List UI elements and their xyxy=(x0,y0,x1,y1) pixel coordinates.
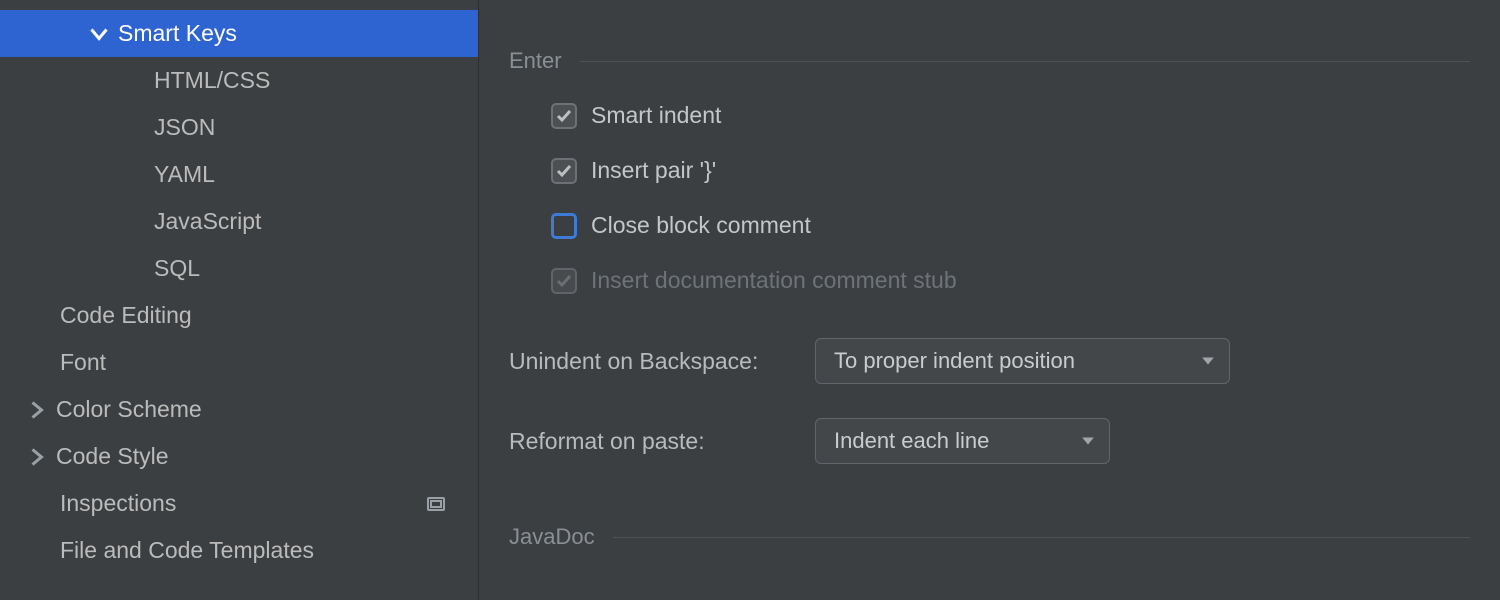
divider xyxy=(580,61,1470,62)
sidebar-item-smart-keys[interactable]: Smart Keys xyxy=(0,10,478,57)
dropdown-reformat-on-paste[interactable]: Indent each line xyxy=(815,418,1110,464)
settings-panel: Enter Smart indent Insert pair '}' Close… xyxy=(479,0,1500,600)
dropdown-unindent-on-backspace[interactable]: To proper indent position xyxy=(815,338,1230,384)
settings-sidebar: Smart Keys HTML/CSS JSON YAML JavaScript… xyxy=(0,0,479,600)
checkbox-smart-indent[interactable]: Smart indent xyxy=(551,102,1470,129)
sidebar-item-yaml[interactable]: YAML xyxy=(0,151,478,198)
sidebar-item-label: HTML/CSS xyxy=(154,67,270,94)
checkbox-insert-doc-stub: Insert documentation comment stub xyxy=(551,267,1470,294)
sidebar-item-font[interactable]: Font xyxy=(0,339,478,386)
chevron-down-icon xyxy=(90,25,108,43)
dropdown-value: Indent each line xyxy=(834,428,989,454)
checkbox-label: Close block comment xyxy=(591,212,811,239)
dropdown-value: To proper indent position xyxy=(834,348,1075,374)
sidebar-item-label: YAML xyxy=(154,161,215,188)
sidebar-item-code-style[interactable]: Code Style xyxy=(0,433,478,480)
chevron-down-icon xyxy=(1201,354,1215,368)
sidebar-item-label: Inspections xyxy=(60,490,176,517)
checkbox-icon xyxy=(551,268,577,294)
sidebar-item-label: SQL xyxy=(154,255,200,282)
sidebar-item-json[interactable]: JSON xyxy=(0,104,478,151)
chevron-right-icon xyxy=(28,448,46,466)
sidebar-item-inspections[interactable]: Inspections xyxy=(0,480,478,527)
sidebar-item-html-css[interactable]: HTML/CSS xyxy=(0,57,478,104)
checkbox-icon[interactable] xyxy=(551,103,577,129)
section-title: JavaDoc xyxy=(509,524,595,550)
sidebar-item-sql[interactable]: SQL xyxy=(0,245,478,292)
sidebar-item-label: Code Style xyxy=(56,443,169,470)
row-reformat-on-paste: Reformat on paste: Indent each line xyxy=(509,418,1470,464)
section-title: Enter xyxy=(509,48,562,74)
checkbox-icon[interactable] xyxy=(551,158,577,184)
sidebar-item-label: File and Code Templates xyxy=(60,537,314,564)
checkbox-insert-pair-brace[interactable]: Insert pair '}' xyxy=(551,157,1470,184)
form-label: Reformat on paste: xyxy=(509,428,815,455)
sidebar-item-label: Smart Keys xyxy=(118,20,237,47)
checkbox-close-block-comment[interactable]: Close block comment xyxy=(551,212,1470,239)
projector-icon xyxy=(426,494,446,514)
section-header-enter: Enter xyxy=(509,48,1470,74)
divider xyxy=(613,537,1470,538)
sidebar-item-label: Color Scheme xyxy=(56,396,202,423)
sidebar-item-label: JavaScript xyxy=(154,208,261,235)
row-unindent-on-backspace: Unindent on Backspace: To proper indent … xyxy=(509,338,1470,384)
checkbox-label: Smart indent xyxy=(591,102,721,129)
chevron-down-icon xyxy=(1081,434,1095,448)
sidebar-item-label: Font xyxy=(60,349,106,376)
sidebar-item-code-editing[interactable]: Code Editing xyxy=(0,292,478,339)
sidebar-item-javascript[interactable]: JavaScript xyxy=(0,198,478,245)
sidebar-item-label: JSON xyxy=(154,114,215,141)
checkbox-icon[interactable] xyxy=(551,213,577,239)
checkbox-label: Insert documentation comment stub xyxy=(591,267,957,294)
form-label: Unindent on Backspace: xyxy=(509,348,815,375)
sidebar-item-label: Code Editing xyxy=(60,302,192,329)
section-header-javadoc: JavaDoc xyxy=(509,524,1470,550)
chevron-right-icon xyxy=(28,401,46,419)
sidebar-item-file-and-code-templates[interactable]: File and Code Templates xyxy=(0,527,478,574)
checkbox-label: Insert pair '}' xyxy=(591,157,716,184)
sidebar-item-color-scheme[interactable]: Color Scheme xyxy=(0,386,478,433)
